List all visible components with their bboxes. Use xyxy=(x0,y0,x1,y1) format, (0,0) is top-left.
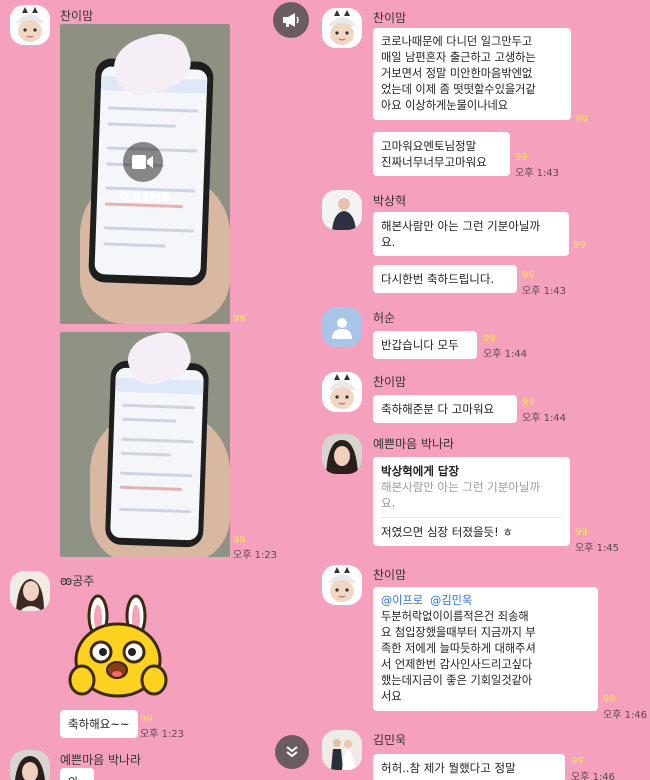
unread-count: 99 xyxy=(573,240,586,251)
message-time: 오후 1:43 xyxy=(515,168,560,179)
mention-bubble[interactable]: @이프로 @김민욱 두분허락없이이름적은건 죄송해 요 첨입장했을때부터 지금까… xyxy=(373,587,598,711)
photo-thumbnail[interactable] xyxy=(60,332,230,557)
avatar[interactable] xyxy=(322,190,362,230)
message-time: 오후 1:43 xyxy=(522,286,567,297)
avatar[interactable] xyxy=(10,571,50,611)
unread-count: 99 xyxy=(575,527,588,538)
sender-name: 찬이맘 xyxy=(373,568,407,582)
message-bubble[interactable]: 해본사람만 아는 그런 기분아닐까 요. xyxy=(373,212,569,256)
message-time: 오후 1:45 xyxy=(575,543,620,554)
reply-text: 저였으면 심장 터졌을듯! ㅎ xyxy=(381,525,513,539)
unread-count: 99 xyxy=(522,270,535,281)
chevron-down-icon xyxy=(286,746,298,758)
profile-photo-icon xyxy=(10,571,50,611)
baby-avatar-icon xyxy=(10,5,50,45)
reply-bubble[interactable]: 박상혁에게 답장 해본사람만 아는 그런 기분아닐까 요. 저였으면 심장 터졌… xyxy=(373,457,570,546)
avatar[interactable] xyxy=(322,307,362,347)
message-time: 오후 1:46 xyxy=(603,710,648,721)
video-size: 0.83MB xyxy=(119,190,171,204)
megaphone-icon xyxy=(283,13,299,27)
baby-avatar-icon xyxy=(322,372,362,412)
announcement-button[interactable] xyxy=(273,2,309,38)
emoticon-sticker[interactable] xyxy=(68,594,168,704)
scroll-down-button[interactable] xyxy=(275,735,309,769)
message-bubble[interactable]: 다시한번 축하드립니다. xyxy=(373,265,517,293)
message-bubble[interactable]: 허허..참 제가 뭘했다고 정말 xyxy=(373,754,565,780)
avatar[interactable] xyxy=(10,5,50,45)
divider xyxy=(381,517,562,518)
avatar[interactable] xyxy=(322,730,362,770)
unread-count: 99 xyxy=(571,756,584,767)
message-bubble[interactable]: 고마워요멘토님정말 진짜너무너무고마워요 xyxy=(373,132,510,176)
sender-name: 예쁜마음 박나라 xyxy=(60,753,142,767)
profile-photo-icon xyxy=(322,434,362,474)
profile-photo-icon xyxy=(322,730,362,770)
bunny-emoticon-icon xyxy=(68,594,168,698)
message-text: 두분허락없이이름적은건 죄송해 요 첨입장했을때부터 지금까지 부 족한 저에게… xyxy=(381,610,536,703)
avatar[interactable] xyxy=(322,565,362,605)
sender-name: 박상혁 xyxy=(373,194,407,208)
baby-avatar-icon xyxy=(322,565,362,605)
video-thumbnail[interactable]: 0.83MB xyxy=(60,24,230,324)
default-person-icon xyxy=(332,318,352,339)
baby-avatar-icon xyxy=(322,8,362,48)
profile-photo-icon xyxy=(10,750,50,780)
message-time: 오후 1:44 xyxy=(483,349,528,360)
unread-count: 99 xyxy=(575,114,588,125)
phone-image xyxy=(104,360,210,548)
message-bubble[interactable]: 반갑습니다 모두 xyxy=(373,331,477,359)
unread-count: 99 xyxy=(483,333,496,344)
profile-photo-icon xyxy=(322,190,362,230)
sender-name: 예쁜마음 박나라 xyxy=(373,437,455,451)
reply-quote[interactable]: 해본사람만 아는 그런 기분아닐까 요. xyxy=(381,479,562,511)
sender-name: 찬이맘 xyxy=(60,9,94,23)
unread-count: 99 xyxy=(603,694,616,705)
video-camera-icon xyxy=(132,155,153,169)
reply-label: 박상혁에게 답장 xyxy=(381,464,460,478)
sender-name: 허순 xyxy=(373,311,396,325)
message-bubble[interactable]: 축하해준분 다 고마워요 xyxy=(373,395,517,423)
unread-count: 99 xyxy=(515,152,528,163)
avatar[interactable] xyxy=(322,8,362,48)
message-time: 오후 1:44 xyxy=(522,413,567,424)
avatar[interactable] xyxy=(322,372,362,412)
message-time: 오후 1:46 xyxy=(571,772,616,780)
message-bubble[interactable]: 와.. xyxy=(60,768,94,780)
unread-count: 99 xyxy=(233,314,246,325)
unread-count: 99 xyxy=(140,714,153,725)
sender-name: 김민욱 xyxy=(373,733,407,747)
message-bubble[interactable]: 코로나때문에 다니던 일그만두고 매일 남편혼자 출근하고 고생하는 거보면서 … xyxy=(373,28,571,120)
unread-count: 99 xyxy=(233,535,246,546)
sender-name: 찬이맘 xyxy=(373,375,407,389)
unread-count: 99 xyxy=(522,397,535,408)
sender-name: 찬이맘 xyxy=(373,11,407,25)
sender-name: ꙭ공주 xyxy=(60,574,95,588)
mention-tags[interactable]: @이프로 @김민욱 xyxy=(381,593,590,609)
message-time: 오후 1:23 xyxy=(233,550,278,561)
play-button[interactable] xyxy=(123,142,163,182)
avatar[interactable] xyxy=(10,750,50,780)
message-time: 오후 1:23 xyxy=(140,729,185,740)
message-bubble[interactable]: 축하해요~~ xyxy=(60,710,138,738)
avatar[interactable] xyxy=(322,434,362,474)
